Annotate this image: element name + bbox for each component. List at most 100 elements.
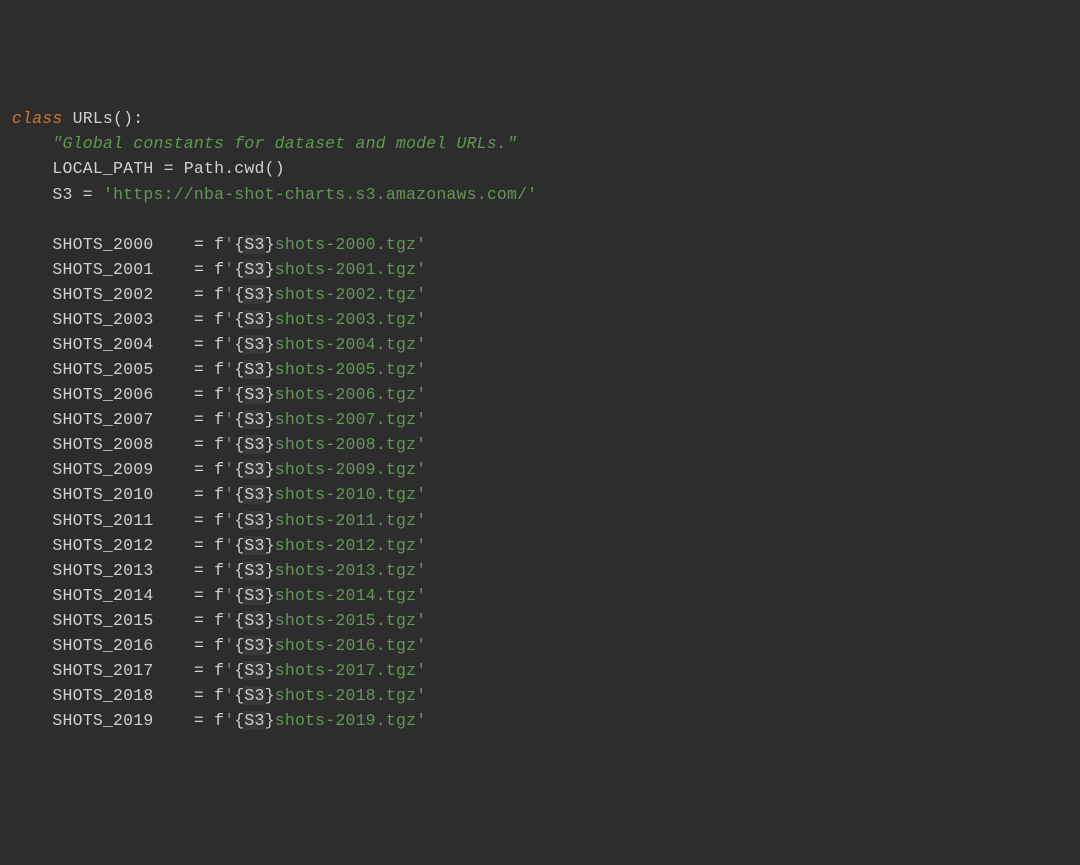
equals: =	[194, 310, 204, 329]
interp-var-s3: S3	[244, 686, 264, 705]
equals: =	[194, 410, 204, 429]
string-tail: shots-2012.tgz	[275, 536, 416, 555]
code-line-shots-15: SHOTS_2015 = f'{S3}shots-2015.tgz'	[0, 608, 1080, 633]
equals: =	[194, 235, 204, 254]
string-quote: '	[416, 686, 426, 705]
code-line-shots-2: SHOTS_2002 = f'{S3}shots-2002.tgz'	[0, 282, 1080, 307]
equals: =	[194, 586, 204, 605]
code-line-shots-0: SHOTS_2000 = f'{S3}shots-2000.tgz'	[0, 232, 1080, 257]
interp-var-s3: S3	[244, 611, 264, 630]
brace-close: }	[265, 511, 275, 530]
interp-var-s3: S3	[244, 285, 264, 304]
brace-open: {	[234, 485, 244, 504]
equals: =	[194, 511, 204, 530]
var-shots: SHOTS_2000	[52, 235, 153, 254]
open-paren: (	[113, 109, 123, 128]
string-quote: '	[416, 636, 426, 655]
string-quote: '	[224, 636, 234, 655]
string-tail: shots-2004.tgz	[275, 335, 416, 354]
brace-close: }	[265, 636, 275, 655]
string-quote: '	[224, 285, 234, 304]
interp-var-s3: S3	[244, 711, 264, 730]
string-tail: shots-2011.tgz	[275, 511, 416, 530]
var-shots: SHOTS_2004	[52, 335, 153, 354]
string-quote: '	[224, 335, 234, 354]
f-prefix: f	[214, 460, 224, 479]
var-shots: SHOTS_2015	[52, 611, 153, 630]
brace-close: }	[265, 235, 275, 254]
brace-close: }	[265, 360, 275, 379]
string-tail: shots-2007.tgz	[275, 410, 416, 429]
string-quote: '	[224, 511, 234, 530]
var-shots: SHOTS_2018	[52, 686, 153, 705]
interp-var-s3: S3	[244, 385, 264, 404]
interp-var-s3: S3	[244, 360, 264, 379]
code-line-shots-14: SHOTS_2014 = f'{S3}shots-2014.tgz'	[0, 583, 1080, 608]
interp-var-s3: S3	[244, 536, 264, 555]
interp-var-s3: S3	[244, 410, 264, 429]
brace-open: {	[234, 636, 244, 655]
var-shots: SHOTS_2014	[52, 586, 153, 605]
brace-close: }	[265, 310, 275, 329]
var-shots: SHOTS_2013	[52, 561, 153, 580]
f-prefix: f	[214, 435, 224, 454]
string-tail: shots-2000.tgz	[275, 235, 416, 254]
brace-open: {	[234, 661, 244, 680]
brace-open: {	[234, 686, 244, 705]
string-quote: '	[224, 611, 234, 630]
var-s3: S3	[52, 185, 72, 204]
interp-var-s3: S3	[244, 310, 264, 329]
f-prefix: f	[214, 511, 224, 530]
f-prefix: f	[214, 485, 224, 504]
string-quote: '	[224, 435, 234, 454]
string-s3-url: 'https://nba-shot-charts.s3.amazonaws.co…	[103, 185, 537, 204]
var-shots: SHOTS_2009	[52, 460, 153, 479]
string-quote: '	[224, 711, 234, 730]
f-prefix: f	[214, 410, 224, 429]
equals: =	[194, 485, 204, 504]
equals: =	[194, 636, 204, 655]
interp-var-s3: S3	[244, 636, 264, 655]
string-quote: '	[224, 460, 234, 479]
equals: =	[194, 435, 204, 454]
brace-close: }	[265, 435, 275, 454]
f-prefix: f	[214, 360, 224, 379]
equals: =	[164, 159, 174, 178]
code-line-shots-5: SHOTS_2005 = f'{S3}shots-2005.tgz'	[0, 357, 1080, 382]
string-tail: shots-2017.tgz	[275, 661, 416, 680]
var-shots: SHOTS_2016	[52, 636, 153, 655]
string-quote: '	[416, 611, 426, 630]
string-quote: '	[416, 285, 426, 304]
string-quote: '	[416, 460, 426, 479]
string-quote: '	[416, 235, 426, 254]
equals: =	[194, 561, 204, 580]
string-quote: '	[416, 385, 426, 404]
string-tail: shots-2008.tgz	[275, 435, 416, 454]
brace-open: {	[234, 435, 244, 454]
string-quote: '	[224, 536, 234, 555]
var-shots: SHOTS_2005	[52, 360, 153, 379]
string-quote: '	[416, 435, 426, 454]
f-prefix: f	[214, 586, 224, 605]
colon: :	[133, 109, 143, 128]
interp-var-s3: S3	[244, 460, 264, 479]
code-line-shots-7: SHOTS_2007 = f'{S3}shots-2007.tgz'	[0, 407, 1080, 432]
code-line-shots-12: SHOTS_2012 = f'{S3}shots-2012.tgz'	[0, 533, 1080, 558]
interp-var-s3: S3	[244, 235, 264, 254]
equals: =	[194, 385, 204, 404]
code-line-shots-6: SHOTS_2006 = f'{S3}shots-2006.tgz'	[0, 382, 1080, 407]
var-shots: SHOTS_2001	[52, 260, 153, 279]
brace-open: {	[234, 260, 244, 279]
string-tail: shots-2018.tgz	[275, 686, 416, 705]
string-quote: '	[416, 511, 426, 530]
string-tail: shots-2019.tgz	[275, 711, 416, 730]
string-quote: '	[416, 711, 426, 730]
f-prefix: f	[214, 636, 224, 655]
brace-close: }	[265, 586, 275, 605]
close-paren: )	[123, 109, 133, 128]
keyword-class: class	[12, 109, 63, 128]
brace-close: }	[265, 335, 275, 354]
shots-block: SHOTS_2000 = f'{S3}shots-2000.tgz' SHOTS…	[0, 232, 1080, 734]
string-quote: '	[416, 410, 426, 429]
code-line-shots-10: SHOTS_2010 = f'{S3}shots-2010.tgz'	[0, 482, 1080, 507]
